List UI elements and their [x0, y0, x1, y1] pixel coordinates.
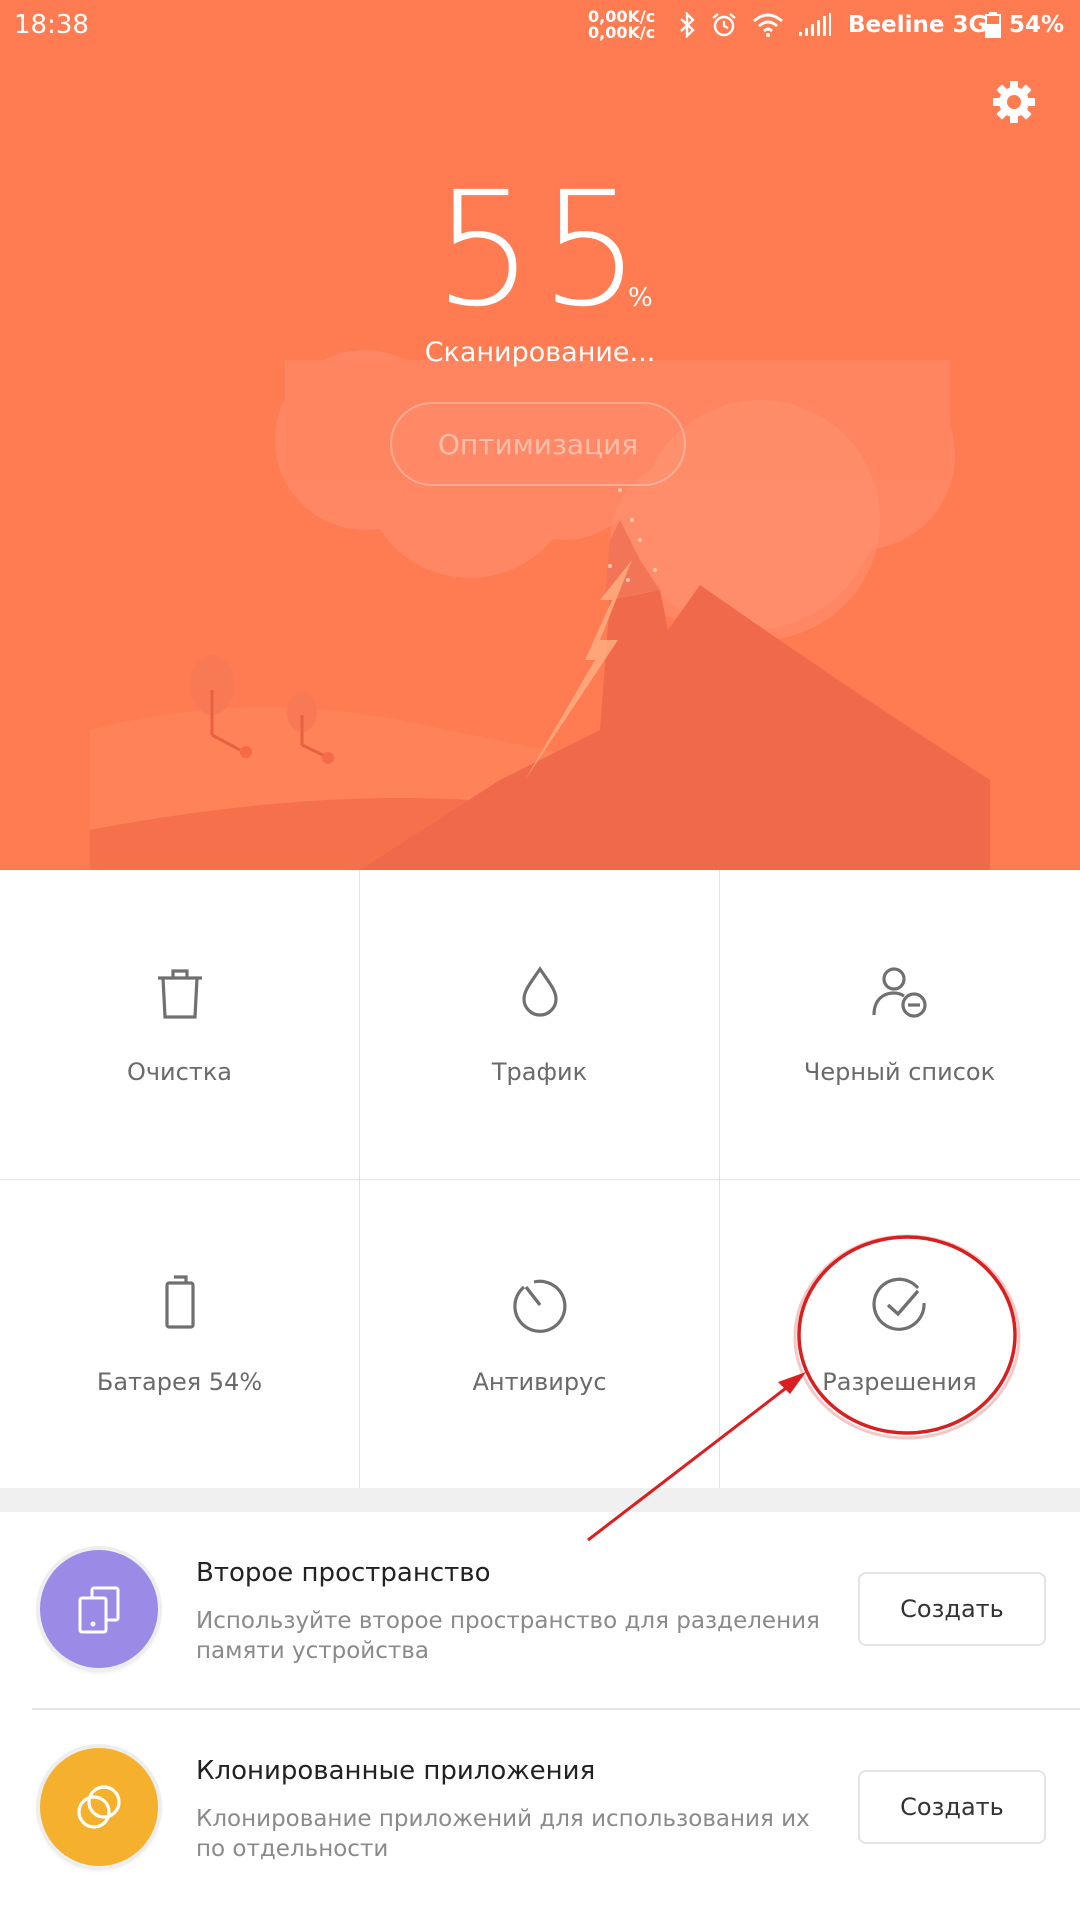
bluetooth-icon	[680, 12, 695, 38]
tools-grid: Очистка Трафик Черный список Батарея 54%…	[0, 870, 1080, 1488]
carrier-name: Beeline 3G	[848, 12, 988, 38]
feature-description: Используйте второе пространство для разд…	[196, 1608, 820, 1664]
optimize-button[interactable]: Оптимизация	[390, 402, 686, 486]
battery-icon	[164, 1275, 195, 1329]
second-space-icon	[40, 1550, 158, 1668]
hero-panel: 18:38 0,00K/c 0,00K/c Beeline 3G 54% 55 …	[0, 0, 1080, 870]
feature-title: Второе пространство	[196, 1558, 491, 1588]
feature-description: Клонирование приложений для использовани…	[196, 1806, 810, 1862]
tile-cleaner[interactable]: Очистка	[0, 870, 359, 1178]
security-score: 55 %	[0, 170, 1080, 330]
settings-gear-icon[interactable]	[990, 78, 1038, 126]
tile-label: Очистка	[126, 1058, 233, 1086]
create-clone-apps-button[interactable]: Создать	[858, 1770, 1046, 1844]
status-icons	[678, 10, 832, 40]
wifi-icon	[753, 13, 783, 37]
alarm-icon	[712, 13, 736, 37]
feature-second-space[interactable]: Второе пространство Используйте второе п…	[0, 1512, 1080, 1708]
tile-traffic[interactable]: Трафик	[360, 870, 719, 1178]
user-block-icon	[871, 967, 927, 1018]
status-bar: 18:38 0,00K/c 0,00K/c Beeline 3G 54%	[0, 0, 1080, 52]
battery-status: 54%	[984, 12, 1064, 38]
score-value: 55	[433, 158, 647, 342]
tile-permissions[interactable]: Разрешения	[720, 1180, 1079, 1488]
scan-status: Сканирование...	[424, 337, 656, 368]
tile-label: Трафик	[491, 1058, 588, 1086]
tile-label: Антивирус	[472, 1368, 607, 1396]
network-speed: 0,00K/c 0,00K/c	[588, 9, 655, 41]
battery-icon	[984, 12, 1001, 38]
tile-label: Батарея 54%	[96, 1368, 263, 1396]
score-unit: %	[628, 283, 653, 313]
battery-percent: 54%	[1008, 12, 1064, 38]
tile-blacklist[interactable]: Черный список	[720, 870, 1079, 1178]
check-circle-icon	[871, 1277, 926, 1331]
feature-clone-apps[interactable]: Клонированные приложения Клонирование пр…	[0, 1710, 1080, 1906]
tile-label: Черный список	[803, 1058, 996, 1086]
tile-label: Разрешения	[822, 1368, 977, 1396]
drop-icon	[521, 966, 558, 1017]
tile-battery[interactable]: Батарея 54%	[0, 1180, 359, 1488]
status-time: 18:38	[14, 10, 89, 40]
antivirus-icon	[512, 1279, 566, 1333]
create-second-space-button[interactable]: Создать	[858, 1572, 1046, 1646]
tile-antivirus[interactable]: Антивирус	[360, 1180, 719, 1488]
section-separator	[0, 1488, 1080, 1512]
speed-down: 0,00K/c	[588, 23, 656, 42]
trash-icon	[157, 969, 202, 1019]
signal-icon	[799, 13, 831, 36]
clone-apps-icon	[40, 1748, 158, 1866]
feature-title: Клонированные приложения	[196, 1756, 596, 1786]
